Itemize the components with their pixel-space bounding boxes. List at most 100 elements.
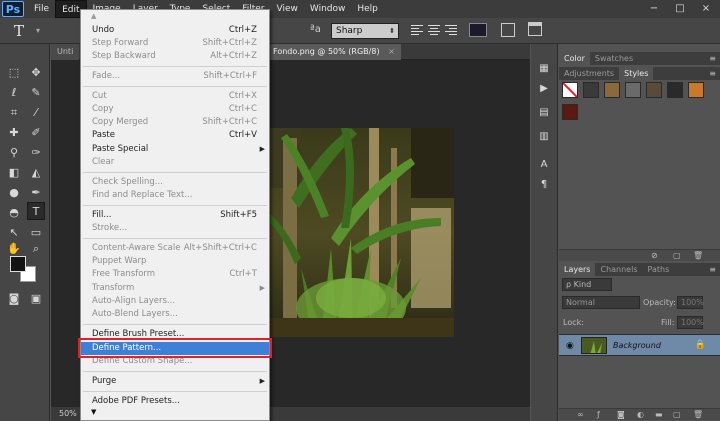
- character-panel-icon[interactable]: A: [537, 158, 551, 172]
- tab-paths[interactable]: Paths: [642, 263, 675, 276]
- style-swatch[interactable]: [625, 82, 641, 98]
- trash-icon[interactable]: 🗑: [693, 410, 703, 419]
- menu-item-auto-align[interactable]: Auto-Align Layers...: [81, 295, 269, 308]
- align-right-icon[interactable]: [444, 23, 458, 37]
- menu-item-define-brush[interactable]: Define Brush Preset...: [81, 328, 269, 341]
- menu-item-fill[interactable]: Fill... Shift+F5: [81, 209, 269, 222]
- brush-panel-icon[interactable]: ▤: [537, 106, 551, 120]
- menu-help[interactable]: Help: [351, 0, 384, 18]
- tab-untitled[interactable]: Unti: [51, 44, 80, 60]
- menu-item-copy[interactable]: Copy Ctrl+C: [81, 103, 269, 116]
- trash-icon[interactable]: 🗑: [693, 251, 703, 260]
- image-canvas[interactable]: [261, 128, 454, 337]
- menu-item-clear[interactable]: Clear: [81, 156, 269, 169]
- new-layer-icon[interactable]: ▢: [673, 410, 681, 419]
- menu-view[interactable]: View: [271, 0, 304, 18]
- menu-item-paste-special[interactable]: Paste Special ▶: [81, 143, 269, 156]
- menu-item-find-replace[interactable]: Find and Replace Text...: [81, 189, 269, 202]
- opacity-input[interactable]: 100%: [677, 296, 704, 309]
- menu-item-puppet-warp[interactable]: Puppet Warp: [81, 255, 269, 268]
- style-swatch[interactable]: [583, 82, 599, 98]
- menu-window[interactable]: Window: [304, 0, 352, 18]
- align-left-icon[interactable]: [410, 23, 424, 37]
- blur-tool-icon[interactable]: ◓: [5, 204, 23, 222]
- tab-layers[interactable]: Layers: [559, 263, 596, 276]
- menu-file[interactable]: File: [28, 0, 55, 18]
- menu-item-auto-blend[interactable]: Auto-Blend Layers...: [81, 308, 269, 321]
- style-swatch[interactable]: [604, 82, 620, 98]
- history-brush-tool-icon[interactable]: ✑: [27, 144, 45, 162]
- anti-alias-select[interactable]: Sharp ⬍: [331, 23, 399, 39]
- screen-mode-icon[interactable]: ▣: [27, 290, 45, 308]
- clear-style-icon[interactable]: ⊘: [651, 251, 658, 260]
- menu-item-define-pattern[interactable]: Define Pattern...: [81, 342, 269, 355]
- layer-row-background[interactable]: ◉ Background 🔒: [559, 334, 720, 356]
- clone-stamp-tool-icon[interactable]: ⚲: [5, 144, 23, 162]
- fill-input[interactable]: 100%: [677, 316, 704, 329]
- eyedropper-tool-icon[interactable]: ⁄: [27, 104, 45, 122]
- blend-mode-select[interactable]: Normal: [562, 296, 640, 309]
- tab-swatches[interactable]: Swatches: [589, 52, 639, 65]
- menu-item-adobe-pdf-presets[interactable]: Adobe PDF Presets...: [81, 395, 269, 408]
- menu-item-step-backward[interactable]: Step Backward Alt+Ctrl+Z: [81, 50, 269, 63]
- scroll-up-icon[interactable]: ▲: [91, 12, 96, 20]
- menu-item-cut[interactable]: Cut Ctrl+X: [81, 90, 269, 103]
- move-tool-icon[interactable]: ✥: [27, 64, 45, 82]
- healing-brush-tool-icon[interactable]: ✚: [5, 124, 23, 142]
- tab-fondo[interactable]: Fondo.png @ 50% (RGB/8) ×: [267, 44, 401, 60]
- menu-item-free-transform[interactable]: Free Transform Ctrl+T: [81, 268, 269, 281]
- menu-item-fade[interactable]: Fade... Shift+Ctrl+F: [81, 70, 269, 83]
- menu-item-copy-merged[interactable]: Copy Merged Shift+Ctrl+C: [81, 116, 269, 129]
- eraser-tool-icon[interactable]: ◧: [5, 164, 23, 182]
- menu-item-paste[interactable]: Paste Ctrl+V: [81, 129, 269, 142]
- menu-item-transform[interactable]: Transform ▶: [81, 282, 269, 295]
- menu-item-undo[interactable]: Undo Ctrl+Z: [81, 24, 269, 37]
- quick-select-tool-icon[interactable]: ✎: [27, 84, 45, 102]
- zoom-level[interactable]: 50%: [59, 409, 77, 418]
- panel-menu-icon[interactable]: ≡: [709, 52, 716, 65]
- menu-item-purge[interactable]: Purge ▶: [81, 375, 269, 388]
- style-swatch[interactable]: [688, 82, 704, 98]
- actions-panel-icon[interactable]: ▶: [537, 82, 551, 96]
- panel-menu-icon[interactable]: ≡: [709, 263, 716, 276]
- adjustment-layer-icon[interactable]: ◐: [637, 410, 644, 419]
- layer-filter-kind[interactable]: ρ Kind: [562, 278, 612, 291]
- clone-source-panel-icon[interactable]: ▥: [537, 130, 551, 144]
- brush-tool-icon[interactable]: ✐: [27, 124, 45, 142]
- style-swatch[interactable]: [646, 82, 662, 98]
- maximize-button[interactable]: □: [668, 1, 692, 17]
- close-icon[interactable]: ×: [388, 47, 395, 56]
- warp-text-icon[interactable]: [501, 23, 515, 37]
- menu-item-stroke[interactable]: Stroke...: [81, 222, 269, 235]
- style-swatch[interactable]: [562, 104, 578, 120]
- foreground-color-swatch[interactable]: [10, 256, 26, 272]
- menu-item-check-spelling[interactable]: Check Spelling...: [81, 176, 269, 189]
- history-panel-icon[interactable]: ▦: [537, 62, 551, 76]
- menu-item-content-aware-scale[interactable]: Content-Aware Scale Alt+Shift+Ctrl+C: [81, 242, 269, 255]
- quick-mask-icon[interactable]: ◙: [5, 290, 23, 308]
- tab-styles[interactable]: Styles: [619, 67, 654, 80]
- scroll-down-icon[interactable]: ▼: [91, 408, 96, 416]
- new-style-icon[interactable]: ▢: [673, 251, 681, 260]
- marquee-tool-icon[interactable]: ⬚: [5, 64, 23, 82]
- dodge-tool-icon[interactable]: ●: [5, 184, 23, 202]
- align-center-icon[interactable]: [427, 23, 441, 37]
- panel-menu-icon[interactable]: ≡: [709, 67, 716, 80]
- pen-tool-icon[interactable]: ✒: [27, 184, 45, 202]
- tab-channels[interactable]: Channels: [595, 263, 643, 276]
- menu-item-define-custom-shape[interactable]: Define Custom Shape...: [81, 355, 269, 368]
- character-panel-icon[interactable]: [528, 22, 542, 36]
- tab-color[interactable]: Color: [559, 52, 590, 65]
- layer-style-icon[interactable]: ƒ: [597, 410, 600, 419]
- lasso-tool-icon[interactable]: ℓ: [5, 84, 23, 102]
- crop-tool-icon[interactable]: ⌗: [5, 104, 23, 122]
- link-layers-icon[interactable]: ∞: [577, 410, 584, 419]
- style-swatch[interactable]: [667, 82, 683, 98]
- type-tool-icon[interactable]: T: [27, 202, 45, 220]
- style-swatch-none[interactable]: [562, 82, 578, 98]
- eye-icon[interactable]: ◉: [566, 341, 574, 351]
- minimize-button[interactable]: −: [642, 1, 666, 17]
- chevron-down-icon[interactable]: ▾: [36, 26, 40, 35]
- paint-bucket-tool-icon[interactable]: ◭: [27, 164, 45, 182]
- new-group-icon[interactable]: ▬: [655, 410, 663, 419]
